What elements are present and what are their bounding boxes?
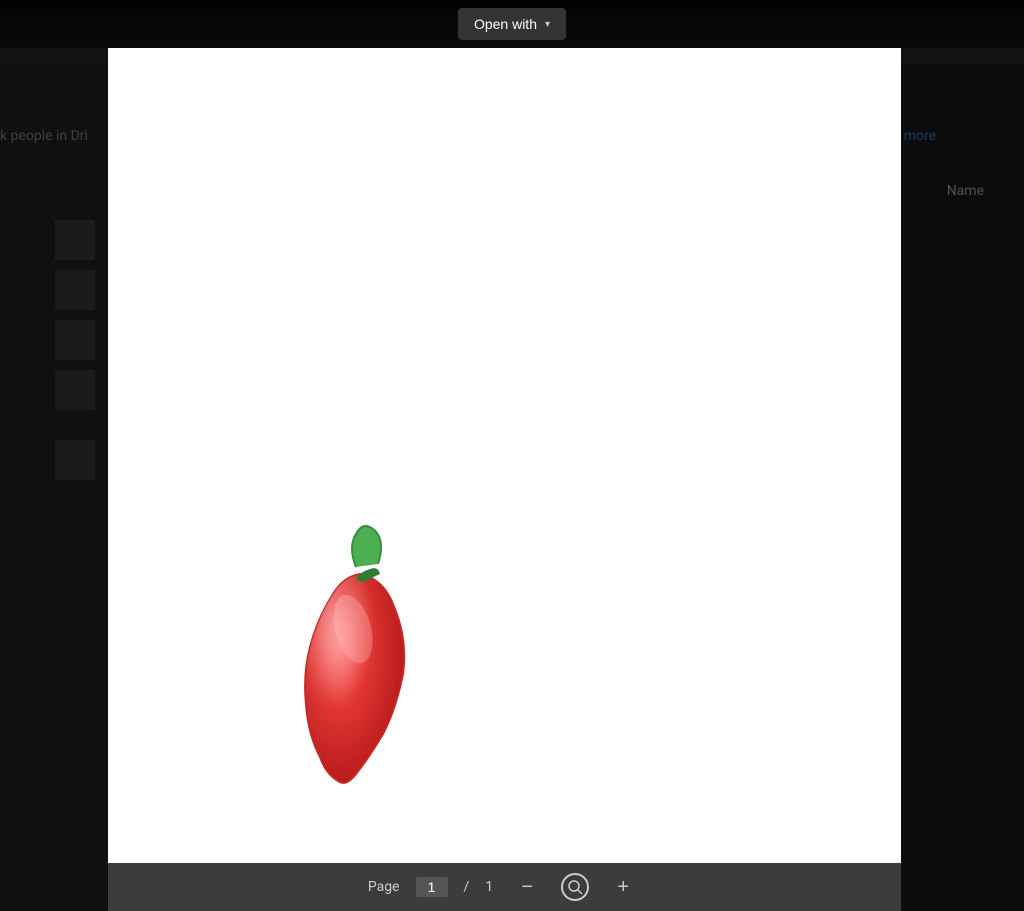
page-number-input[interactable] [416, 877, 448, 897]
page-separator: / [464, 879, 470, 895]
zoom-out-button[interactable]: − [509, 869, 545, 905]
zoom-fit-button[interactable] [561, 873, 589, 901]
open-with-button[interactable]: Open with ▾ [458, 8, 566, 40]
page-label: Page [368, 879, 400, 895]
zoom-out-icon: − [521, 876, 533, 899]
modal-topbar: Open with ▾ [0, 0, 1024, 48]
chevron-down-icon: ▾ [545, 19, 550, 30]
zoom-in-icon: + [617, 876, 629, 899]
open-with-label: Open with [474, 16, 537, 32]
bottom-toolbar: Page / 1 − + [108, 863, 901, 911]
chili-image [208, 509, 478, 813]
document-content [108, 48, 901, 863]
page-total: 1 [485, 879, 493, 895]
zoom-in-button[interactable]: + [605, 869, 641, 905]
document-viewer [108, 48, 901, 863]
